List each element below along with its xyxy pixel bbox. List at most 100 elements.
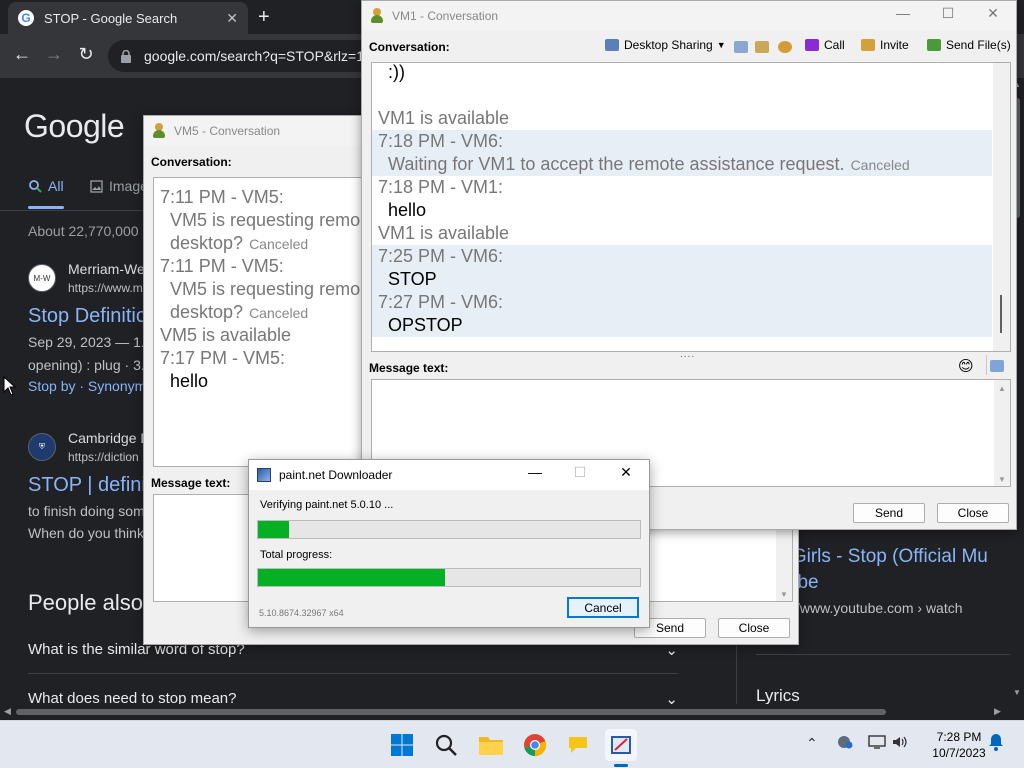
call-button[interactable]: Call [805, 38, 845, 52]
image-icon [90, 179, 103, 193]
result-1-title[interactable]: Stop Definitio [28, 305, 147, 328]
vm1-message-line [372, 84, 992, 107]
result-2-site[interactable]: Cambridge D [68, 430, 150, 446]
show-hidden-icons-chevron-icon[interactable]: ⌃ [806, 735, 818, 752]
downloader-titlebar[interactable]: paint.net Downloader — ☐ ✕ [249, 460, 649, 490]
invite-button[interactable]: Invite [861, 38, 909, 52]
vm1-message-text: 7:27 PM - VM6: [378, 292, 504, 312]
messenger-taskbar-button[interactable] [562, 729, 594, 761]
vm5-close-button[interactable]: Close [718, 618, 790, 638]
page-horizontal-scrollbar[interactable]: ◀ ▶ [0, 704, 1010, 720]
vm1-message-scrollbar[interactable]: ▲ ▼ [994, 380, 1010, 486]
people-also-ask-heading: People also [28, 590, 143, 615]
file-explorer-button[interactable] [475, 729, 507, 761]
version-text: 5.10.8674.32967 x64 [259, 608, 344, 618]
tab-title: STOP - Google Search [44, 10, 178, 26]
notes-icon[interactable] [734, 41, 748, 53]
chat-bubble-icon [569, 737, 587, 753]
close-icon[interactable]: ✕ [611, 464, 641, 481]
vm1-message-line: :)) [372, 62, 992, 84]
send-files-label: Send File(s) [946, 38, 1011, 52]
cancel-button[interactable]: Cancel [567, 597, 639, 618]
result-2-title[interactable]: STOP | defini [28, 474, 146, 497]
notification-bell-icon[interactable] [988, 733, 1004, 754]
minimize-icon[interactable]: — [520, 464, 550, 480]
right-result-url[interactable]: /www.youtube.com › watch [796, 600, 963, 616]
taskbar-search-button[interactable] [430, 729, 462, 761]
vm1-message-text: VM1 is available [378, 223, 510, 243]
call-label: Call [824, 38, 845, 52]
vm1-conversation-log[interactable]: :)) VM1 is available 7:18 PM - VM6: Waiting… [371, 62, 1011, 352]
vm1-send-button[interactable]: Send [853, 503, 925, 523]
file-progress-fill [258, 521, 289, 538]
tab-close-icon[interactable]: ✕ [226, 10, 238, 27]
speaker-icon[interactable] [892, 735, 908, 752]
total-progress-fill [258, 569, 446, 586]
tab-all-label: All [48, 178, 64, 194]
vm1-close-button[interactable]: Close [937, 503, 1009, 523]
scroll-up-icon[interactable]: ▲ [998, 384, 1006, 393]
folder-icon [479, 737, 503, 755]
scroll-right-icon[interactable]: ▶ [994, 706, 1001, 717]
result-1-links[interactable]: Stop by · Synonym [28, 378, 146, 394]
vm1-message-text: 7:25 PM - VM6: [378, 246, 504, 266]
monitor-icon[interactable] [868, 735, 886, 752]
contact-card-icon[interactable] [755, 41, 769, 53]
scroll-down-icon[interactable]: ▼ [1013, 688, 1021, 697]
vm1-status-note: Canceled [850, 157, 910, 173]
lyrics-heading: Lyrics [756, 686, 800, 705]
vm1-conversation-scrollbar[interactable] [993, 63, 1010, 351]
scroll-down-icon[interactable]: ▼ [998, 475, 1006, 484]
scrollbar-thumb[interactable] [1000, 295, 1002, 333]
invite-label: Invite [880, 38, 909, 52]
file-progress-bar [257, 520, 641, 539]
total-progress-bar [257, 568, 641, 587]
vm1-message-text: :)) [388, 62, 405, 82]
games-icon[interactable] [778, 41, 792, 53]
tab-all[interactable]: All [28, 178, 64, 194]
google-logo[interactable]: Google [24, 108, 125, 145]
maximize-icon[interactable]: ☐ [933, 5, 963, 22]
right-divider [756, 654, 1010, 655]
vm1-message-line: 7:25 PM - VM6: [372, 245, 992, 268]
new-tab-icon[interactable]: + [258, 6, 270, 29]
downloader-title: paint.net Downloader [279, 468, 393, 482]
vm1-message-line: 7:27 PM - VM6: [372, 291, 992, 314]
vm1-message-text: VM1 is available [378, 108, 510, 128]
vm1-message-line: VM1 is available [372, 222, 992, 245]
vm1-message-line: VM1 is available [372, 107, 992, 130]
system-clock[interactable]: 7:28 PM 10/7/2023 [920, 729, 998, 761]
forward-arrow-icon[interactable]: → [42, 44, 66, 65]
vm1-message-text: Waiting for VM1 to accept the remote ass… [388, 154, 845, 174]
emoticon-smiley-icon[interactable]: 😊 [958, 357, 974, 375]
desktop-sharing-icon [605, 39, 619, 51]
browser-tab[interactable]: G STOP - Google Search ✕ [8, 2, 248, 34]
reload-icon[interactable]: ↻ [74, 44, 98, 65]
result-2-url[interactable]: https://diction [68, 450, 139, 464]
start-button[interactable] [386, 729, 418, 761]
minimize-icon[interactable]: — [888, 5, 918, 21]
vm1-titlebar[interactable]: VM1 - Conversation — ☐ ✕ [362, 1, 1016, 31]
scroll-down-icon[interactable]: ▼ [780, 590, 788, 599]
send-files-button[interactable]: Send File(s) [927, 38, 1011, 52]
splitter-grip[interactable]: .... [680, 349, 695, 360]
result-1-url[interactable]: https://www.m [68, 281, 143, 295]
scrollbar-thumb[interactable] [16, 709, 886, 715]
send-file-icon [927, 39, 941, 51]
desktop-sharing-button[interactable]: Desktop Sharing ▼ [605, 38, 726, 52]
format-text-icon[interactable] [990, 360, 1004, 372]
chrome-taskbar-button[interactable] [519, 729, 551, 761]
back-arrow-icon[interactable]: ← [10, 44, 34, 65]
total-progress-label: Total progress: [260, 549, 333, 561]
chrome-icon [524, 734, 547, 757]
scroll-left-icon[interactable]: ◀ [4, 706, 11, 717]
right-result-title[interactable]: e Girls - Stop (Official Mu Tube [776, 544, 1016, 596]
result-1-site[interactable]: Merriam-We [68, 261, 145, 277]
vm5-title: VM5 - Conversation [174, 124, 281, 138]
close-icon[interactable]: ✕ [978, 5, 1008, 22]
cambridge-logo-icon: ⛨ [28, 433, 56, 461]
vm5-status-note: Canceled [249, 305, 309, 321]
paintnet-taskbar-button[interactable] [605, 729, 637, 761]
vm1-message-text: 7:18 PM - VM1: [378, 177, 504, 197]
network-status-icon[interactable] [837, 735, 853, 752]
